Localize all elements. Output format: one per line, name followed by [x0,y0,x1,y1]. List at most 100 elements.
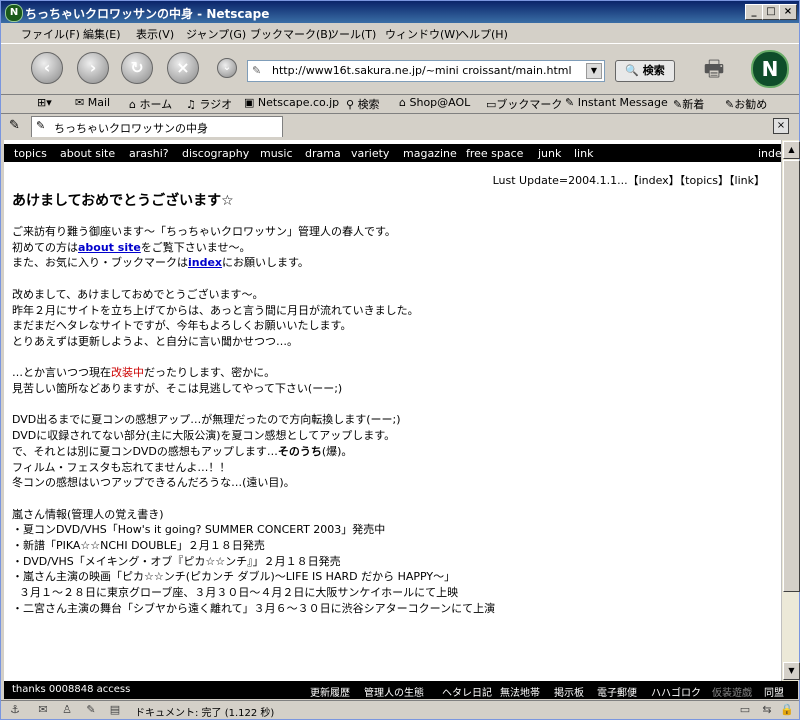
navigator-icon[interactable]: ⚓ [7,703,23,717]
personal-home-label: ホーム [139,98,173,111]
text-line: 冬コンの感想はいつアップできるんだろうな…(遠い目)。 [12,476,295,490]
minimize-button[interactable]: _ [745,4,763,20]
index-link[interactable]: index [188,256,222,269]
text-line: 改めまして、あけましておめでとうございます〜。 [12,287,264,301]
personal-instant-message[interactable]: ✎ Instant Message [565,96,668,109]
personal-radio[interactable]: ♫ ラジオ [186,96,232,112]
menu-bar: ファイル(F) 編集(E) 表示(V) ジャンプ(G) ブックマーク(B) ツー… [1,23,799,43]
navigation-toolbar: ‹ › ↻ × ⌄ ✎ http://www16t.sakura.ne.jp/~… [1,43,799,95]
close-tab-button[interactable]: × [773,118,789,134]
personal-netscape-label: Netscape.co.jp [257,96,340,109]
personal-mail-label: Mail [87,96,111,109]
radio-icon: ♫ [186,98,196,111]
toolbar-menu-icon[interactable]: ⊞▾ [37,96,52,109]
composer-icon[interactable]: ✎ [83,703,99,717]
scroll-down-icon[interactable]: ▼ [783,662,800,680]
stop-icon[interactable]: × [167,52,199,84]
text-line: ・二宮さん主演の舞台「シブヤから遠く離れて」３月６〜３０日に渋谷シアターコクーン… [12,601,496,615]
footer-link-costume-game[interactable]: 仮装遊戯 [712,684,752,699]
close-window-button[interactable]: × [779,4,797,20]
status-text: ドキュメント: 完了 (1.122 秒) [135,708,275,719]
site-nav-discography[interactable]: discography [182,147,249,160]
text-line: ・嵐さん主演の映画「ピカ☆☆ンチ(ピカンチ ダブル)〜LIFE IS HARD … [12,570,456,584]
text-line: 初めての方はabout siteをご覧下さいませ〜。 [12,240,495,256]
menu-edit[interactable]: 編集(E) [83,26,121,42]
text-segment: …とか言いつつ現在 [12,366,111,380]
text-segment: だったりします、密かに。 [144,366,276,380]
footer-link-bbs[interactable]: 掲示板 [554,684,584,699]
personal-search[interactable]: ⚲ 検索 [346,96,380,112]
site-nav-magazine[interactable]: magazine [403,147,457,160]
search-small-icon: ⚲ [346,98,355,111]
menu-window[interactable]: ウィンドウ(W) [385,26,459,42]
footer-link-hahagoroku[interactable]: ハハゴロク [651,684,701,699]
menu-tools[interactable]: ツール(T) [328,26,376,42]
netscape-logo-icon[interactable]: N [751,50,789,88]
text-line: ・夏コンDVD/VHS「How's it going? SUMMER CONCE… [12,523,386,537]
url-field[interactable]: ✎ http://www16t.sakura.ne.jp/~mini crois… [247,60,605,82]
personal-shop[interactable]: ⌂ Shop@AOL [399,96,470,109]
reload-icon[interactable]: ↻ [121,52,153,84]
personal-shop-label: Shop@AOL [409,96,471,109]
site-nav-arashi[interactable]: arashi? [129,147,169,160]
site-nav-junk[interactable]: junk [538,147,561,160]
tab-page-icon: ✎ [36,119,46,132]
text-line: ・DVD/VHS「メイキング・オブ『ピカ☆☆ンチ』」２月１８日発売 [12,554,341,568]
site-nav-topics[interactable]: topics [14,147,47,160]
about-site-link[interactable]: about site [78,241,141,254]
maximize-button[interactable]: □ [762,4,780,20]
im-icon[interactable]: ♙ [59,703,75,717]
personal-netscape[interactable]: ▣ Netscape.co.jp [244,96,339,109]
menu-view[interactable]: 表示(V) [136,26,174,42]
footer-link-diary[interactable]: ヘタレ日記 [442,684,492,699]
bookmark-link-icon: ✎ [565,96,575,109]
print-icon[interactable]: 🖶 [699,52,729,82]
scroll-up-icon[interactable]: ▲ [783,141,800,159]
mail-icon[interactable]: ✉ [35,703,51,717]
text-segment: にお願いします。 [222,256,309,270]
personal-toolbar: ⊞▾ ✉ Mail ⌂ ホーム ♫ ラジオ ▣ Netscape.co.jp ⚲… [1,93,799,114]
footer-link-lawless[interactable]: 無法地帯 [500,684,540,699]
site-nav-drama[interactable]: drama [305,147,341,160]
url-history-dropdown-icon[interactable]: ▼ [586,63,602,79]
site-nav-music[interactable]: music [260,147,293,160]
emphasis-text: そのうち [277,444,322,458]
address-book-icon[interactable]: ▤ [107,703,123,717]
forward-icon[interactable]: › [77,52,109,84]
tab-active[interactable]: ✎ ちっちゃいクロワッサンの中身 [31,116,283,137]
personal-mail[interactable]: ✉ Mail [75,96,110,109]
personal-new[interactable]: ✎新着 [673,96,704,112]
tab-menu-icon[interactable]: ✎ [9,118,20,133]
site-nav-about-site[interactable]: about site [60,147,115,160]
personal-recommend[interactable]: ✎お勧め [725,96,767,112]
site-nav-variety[interactable]: variety [351,147,389,160]
footer-link-email[interactable]: 電子郵便 [597,684,637,699]
page-content: topics about site arashi? discography mu… [4,140,781,681]
footer-link-alliance[interactable]: 同盟 [764,684,784,699]
footer-link-update-history[interactable]: 更新履歴 [310,684,350,699]
back-icon[interactable]: ‹ [31,52,63,84]
menu-go[interactable]: ジャンプ(G) [186,26,246,42]
scroll-thumb[interactable] [783,160,800,592]
text-line: DVD出るまでに夏コンの感想アップ…が無理だったので方向転換します(ーー;) [12,413,401,427]
site-nav-free-space[interactable]: free space [466,147,523,160]
text-line: まだまだヘタレなサイトですが、今年もよろしくお願いいたします。 [12,319,352,333]
text-segment: また、お気に入り・ブックマークは [12,256,188,270]
text-line: DVDに収録されてない部分(主に大阪公演)を夏コン感想としてアップします。 [12,429,396,443]
shop-icon: ⌂ [399,96,406,109]
site-nav-link[interactable]: link [574,147,593,160]
text-line: で、それとは別に夏コンDVDの感想もアップします…そのうち(爆)。 [12,444,495,460]
personal-bookmarks[interactable]: ▭ブックマーク [486,96,562,112]
menu-help[interactable]: ヘルプ(H) [458,26,508,42]
vertical-scrollbar[interactable]: ▲ ▼ [781,140,800,681]
search-button[interactable]: 🔍 検索 [615,60,675,82]
renovating-text: 改装中 [111,366,144,380]
menu-file[interactable]: ファイル(F) [21,26,80,42]
personal-home[interactable]: ⌂ ホーム [129,96,172,112]
footer-link-admin[interactable]: 管理人の生態 [364,684,424,699]
window-title: ちっちゃいクロワッサンの中身 - Netscape [25,7,270,21]
go-dropdown-icon[interactable]: ⌄ [217,58,237,78]
text-line: …とか言いつつ現在改装中だったりします、密かに。 [12,365,495,381]
menu-bookmarks[interactable]: ブックマーク(B) [250,26,332,42]
site-nav-index[interactable]: index [758,147,781,160]
